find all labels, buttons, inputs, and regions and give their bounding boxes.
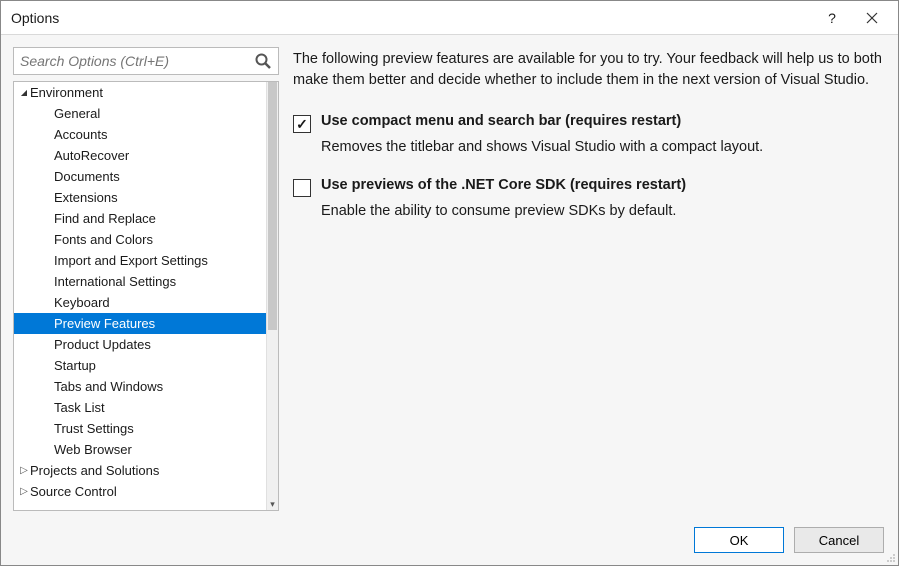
tree-item-product-updates[interactable]: Product Updates [14,334,266,355]
tree-item-label: Accounts [54,127,107,142]
tree-item-task-list[interactable]: Task List [14,397,266,418]
tree-item-fonts-and-colors[interactable]: Fonts and Colors [14,229,266,250]
search-input[interactable] [14,48,278,74]
tree-item-source-control[interactable]: ▷Source Control [14,481,266,502]
tree-item-documents[interactable]: Documents [14,166,266,187]
close-button[interactable] [852,4,892,32]
tree-item-web-browser[interactable]: Web Browser [14,439,266,460]
ok-button[interactable]: OK [694,527,784,553]
option-description: Removes the titlebar and shows Visual St… [321,137,886,157]
search-wrap [13,47,279,75]
tree-item-label: Product Updates [54,337,151,352]
tree-item-label: AutoRecover [54,148,129,163]
tree-item-label: Projects and Solutions [30,463,159,478]
tree-item-general[interactable]: General [14,103,266,124]
intro-text: The following preview features are avail… [293,49,886,91]
tree-item-preview-features[interactable]: Preview Features [14,313,266,334]
tree-item-label: Keyboard [54,295,110,310]
tree-item-label: Web Browser [54,442,132,457]
tree-item-label: Fonts and Colors [54,232,153,247]
tree-item-label: Startup [54,358,96,373]
chevron-right-icon: ▷ [18,486,30,497]
tree-item-label: Preview Features [54,316,155,331]
option-checkbox-1[interactable] [293,179,311,197]
search-icon [254,52,272,70]
scroll-thumb[interactable] [268,82,277,330]
tree-item-label: Environment [30,85,103,100]
tree-item-label: General [54,106,100,121]
tree-item-extensions[interactable]: Extensions [14,187,266,208]
option-row-0: Use compact menu and search bar (require… [293,113,886,133]
tree-item-label: International Settings [54,274,176,289]
tree-item-find-and-replace[interactable]: Find and Replace [14,208,266,229]
dialog-footer: OK Cancel [1,515,898,565]
tree-item-label: Tabs and Windows [54,379,163,394]
tree-item-import-and-export-settings[interactable]: Import and Export Settings [14,250,266,271]
option-description: Enable the ability to consume preview SD… [321,201,886,221]
tree-item-label: Task List [54,400,105,415]
chevron-right-icon: ▷ [18,465,30,476]
tree-item-autorecover[interactable]: AutoRecover [14,145,266,166]
options-dialog: Options ? ◢Environment General Accounts Aut… [0,0,899,566]
close-icon [866,12,878,24]
tree-item-international-settings[interactable]: International Settings [14,271,266,292]
scroll-down-icon[interactable]: ▾ [267,498,278,510]
chevron-down-icon: ◢ [18,88,30,97]
tree-item-label: Trust Settings [54,421,134,436]
help-button[interactable]: ? [812,4,852,32]
tree-item-environment[interactable]: ◢Environment [14,82,266,103]
window-title: Options [11,10,812,26]
tree-item-startup[interactable]: Startup [14,355,266,376]
cancel-button[interactable]: Cancel [794,527,884,553]
tree-item-label: Documents [54,169,120,184]
tree-item-keyboard[interactable]: Keyboard [14,292,266,313]
titlebar: Options ? [1,1,898,35]
resize-grip-icon[interactable] [886,553,896,563]
tree-item-label: Extensions [54,190,118,205]
tree-item-projects-and-solutions[interactable]: ▷Projects and Solutions [14,460,266,481]
left-column: ◢Environment General Accounts AutoRecover Do… [13,47,279,511]
tree-item-accounts[interactable]: Accounts [14,124,266,145]
category-tree[interactable]: ◢Environment General Accounts AutoRecover Do… [13,81,279,511]
content-pane: The following preview features are avail… [293,47,886,511]
dialog-body: ◢Environment General Accounts AutoRecover Do… [1,35,898,515]
option-label: Use previews of the .NET Core SDK (requi… [321,177,686,193]
tree-item-trust-settings[interactable]: Trust Settings [14,418,266,439]
tree-scrollbar[interactable]: ▴ ▾ [266,82,278,510]
tree-item-tabs-and-windows[interactable]: Tabs and Windows [14,376,266,397]
option-checkbox-0[interactable] [293,115,311,133]
tree-item-label: Find and Replace [54,211,156,226]
tree-item-label: Import and Export Settings [54,253,208,268]
option-row-1: Use previews of the .NET Core SDK (requi… [293,177,886,197]
tree-item-label: Source Control [30,484,117,499]
option-label: Use compact menu and search bar (require… [321,113,681,129]
